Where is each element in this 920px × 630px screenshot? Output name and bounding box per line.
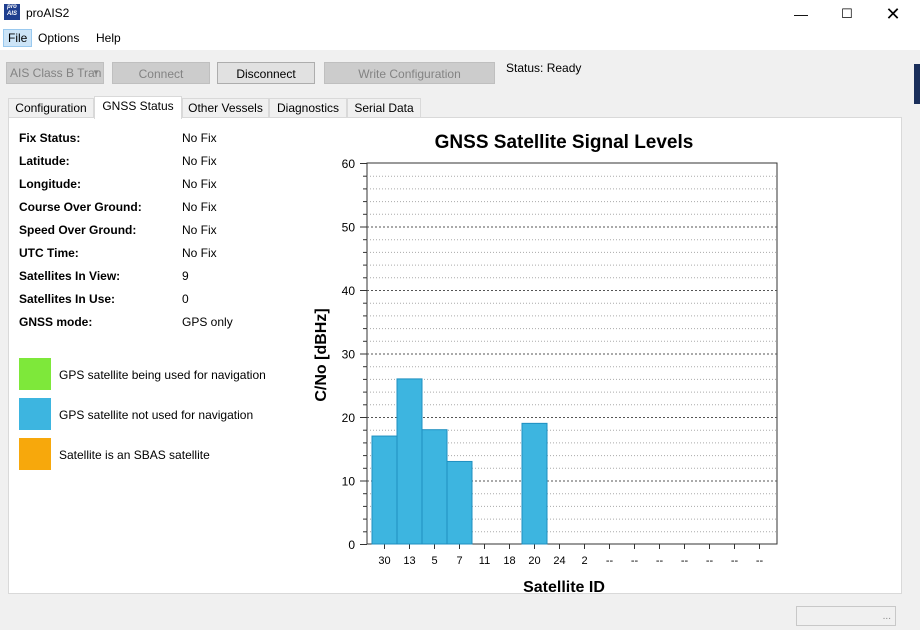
chart-x-axis-label: Satellite ID	[523, 579, 605, 595]
bar-satellite-30	[371, 435, 398, 545]
legend-swatch-not-used	[19, 398, 51, 430]
course-label: Course Over Ground:	[19, 200, 142, 214]
gnss-mode-value: GPS only	[182, 315, 233, 329]
close-icon[interactable]: ✕	[870, 0, 916, 28]
disconnect-button[interactable]: Disconnect	[217, 62, 315, 84]
bar-satellite-20	[521, 422, 548, 545]
tab-configuration[interactable]: Configuration	[8, 98, 94, 118]
x-tick-label: 20	[528, 555, 540, 567]
x-tick-label: 30	[378, 555, 390, 567]
tab-diagnostics[interactable]: Diagnostics	[269, 98, 347, 118]
utc-time-label: UTC Time:	[19, 246, 79, 260]
chart-title: GNSS Satellite Signal Levels	[435, 132, 694, 153]
tab-other-vessels[interactable]: Other Vessels	[182, 98, 269, 118]
bar-satellite-13	[396, 378, 423, 545]
status-bar-panel: ...	[796, 606, 896, 626]
x-tick-label: --	[756, 555, 764, 567]
legend-swatch-used	[19, 358, 51, 390]
signal-levels-chart: GNSS Satellite Signal Levels Satellite I…	[313, 132, 778, 595]
write-configuration-button[interactable]: Write Configuration	[324, 62, 495, 84]
y-tick-label: 10	[342, 475, 356, 489]
longitude-value: No Fix	[182, 177, 217, 191]
fix-status-label: Fix Status:	[19, 131, 81, 145]
legend-text-sbas: Satellite is an SBAS satellite	[59, 448, 210, 462]
y-tick-label: 40	[342, 284, 356, 298]
utc-time-value: No Fix	[182, 246, 217, 260]
x-tick-label: --	[631, 555, 639, 567]
x-tick-label: 13	[403, 555, 415, 567]
x-tick-label: --	[681, 555, 689, 567]
x-tick-label: --	[731, 555, 739, 567]
menu-bar: File Options Help	[0, 28, 920, 50]
minimize-icon[interactable]: —	[778, 0, 824, 28]
tab-gnss-status[interactable]: GNSS Status	[94, 96, 182, 119]
y-tick-label: 20	[342, 411, 356, 425]
window-title: proAIS2	[26, 6, 70, 20]
x-tick-label: 18	[503, 555, 515, 567]
x-tick-label: --	[706, 555, 714, 567]
chevron-down-icon: ▼	[92, 68, 100, 77]
legend-text-used: GPS satellite being used for navigation	[59, 368, 266, 382]
satellites-in-use-value: 0	[182, 292, 189, 306]
latitude-label: Latitude:	[19, 154, 70, 168]
x-tick-label: 7	[456, 555, 462, 567]
menu-options[interactable]: Options	[38, 31, 79, 45]
bar-satellite-7	[446, 460, 473, 545]
status-text: Status: Ready	[506, 61, 582, 75]
maximize-icon[interactable]: ☐	[824, 0, 870, 28]
course-value: No Fix	[182, 200, 217, 214]
x-tick-label: 5	[431, 555, 437, 567]
satellites-in-use-label: Satellites In Use:	[19, 292, 116, 306]
app-logo-icon: pro AIS	[4, 4, 20, 20]
vessel-class-dropdown[interactable]: AIS Class B Tran ▼	[6, 62, 104, 84]
speed-value: No Fix	[182, 223, 217, 237]
satellites-in-view-value: 9	[182, 269, 189, 283]
x-tick-label: --	[606, 555, 614, 567]
y-tick-label: 30	[342, 348, 356, 362]
longitude-label: Longitude:	[19, 177, 81, 191]
gnss-mode-label: GNSS mode:	[19, 315, 93, 329]
legend-swatch-sbas	[19, 438, 51, 470]
speed-label: Speed Over Ground:	[19, 223, 137, 237]
menu-file[interactable]: File	[3, 29, 33, 47]
background-window-edge	[914, 64, 920, 104]
bar-satellite-5	[421, 429, 448, 545]
legend-text-not-used: GPS satellite not used for navigation	[59, 408, 254, 422]
y-tick-label: 50	[342, 221, 356, 235]
connect-button[interactable]: Connect	[112, 62, 210, 84]
x-tick-label: 11	[479, 555, 490, 567]
gnss-status-panel: Fix Status: No Fix Latitude: No Fix Long…	[8, 117, 902, 595]
x-tick-label: 24	[553, 555, 565, 567]
fix-status-value: No Fix	[182, 131, 217, 145]
latitude-value: No Fix	[182, 154, 217, 168]
y-tick-label: 0	[348, 538, 355, 552]
x-tick-label: --	[656, 555, 664, 567]
title-bar: pro AIS proAIS2 — ☐ ✕	[0, 0, 920, 28]
y-tick-label: 60	[342, 157, 356, 171]
menu-help[interactable]: Help	[96, 31, 121, 45]
satellites-in-view-label: Satellites In View:	[19, 269, 121, 283]
x-tick-label: 2	[581, 555, 587, 567]
tab-serial-data[interactable]: Serial Data	[347, 98, 421, 118]
chart-y-axis-label: C/No [dBHz]	[313, 308, 330, 401]
